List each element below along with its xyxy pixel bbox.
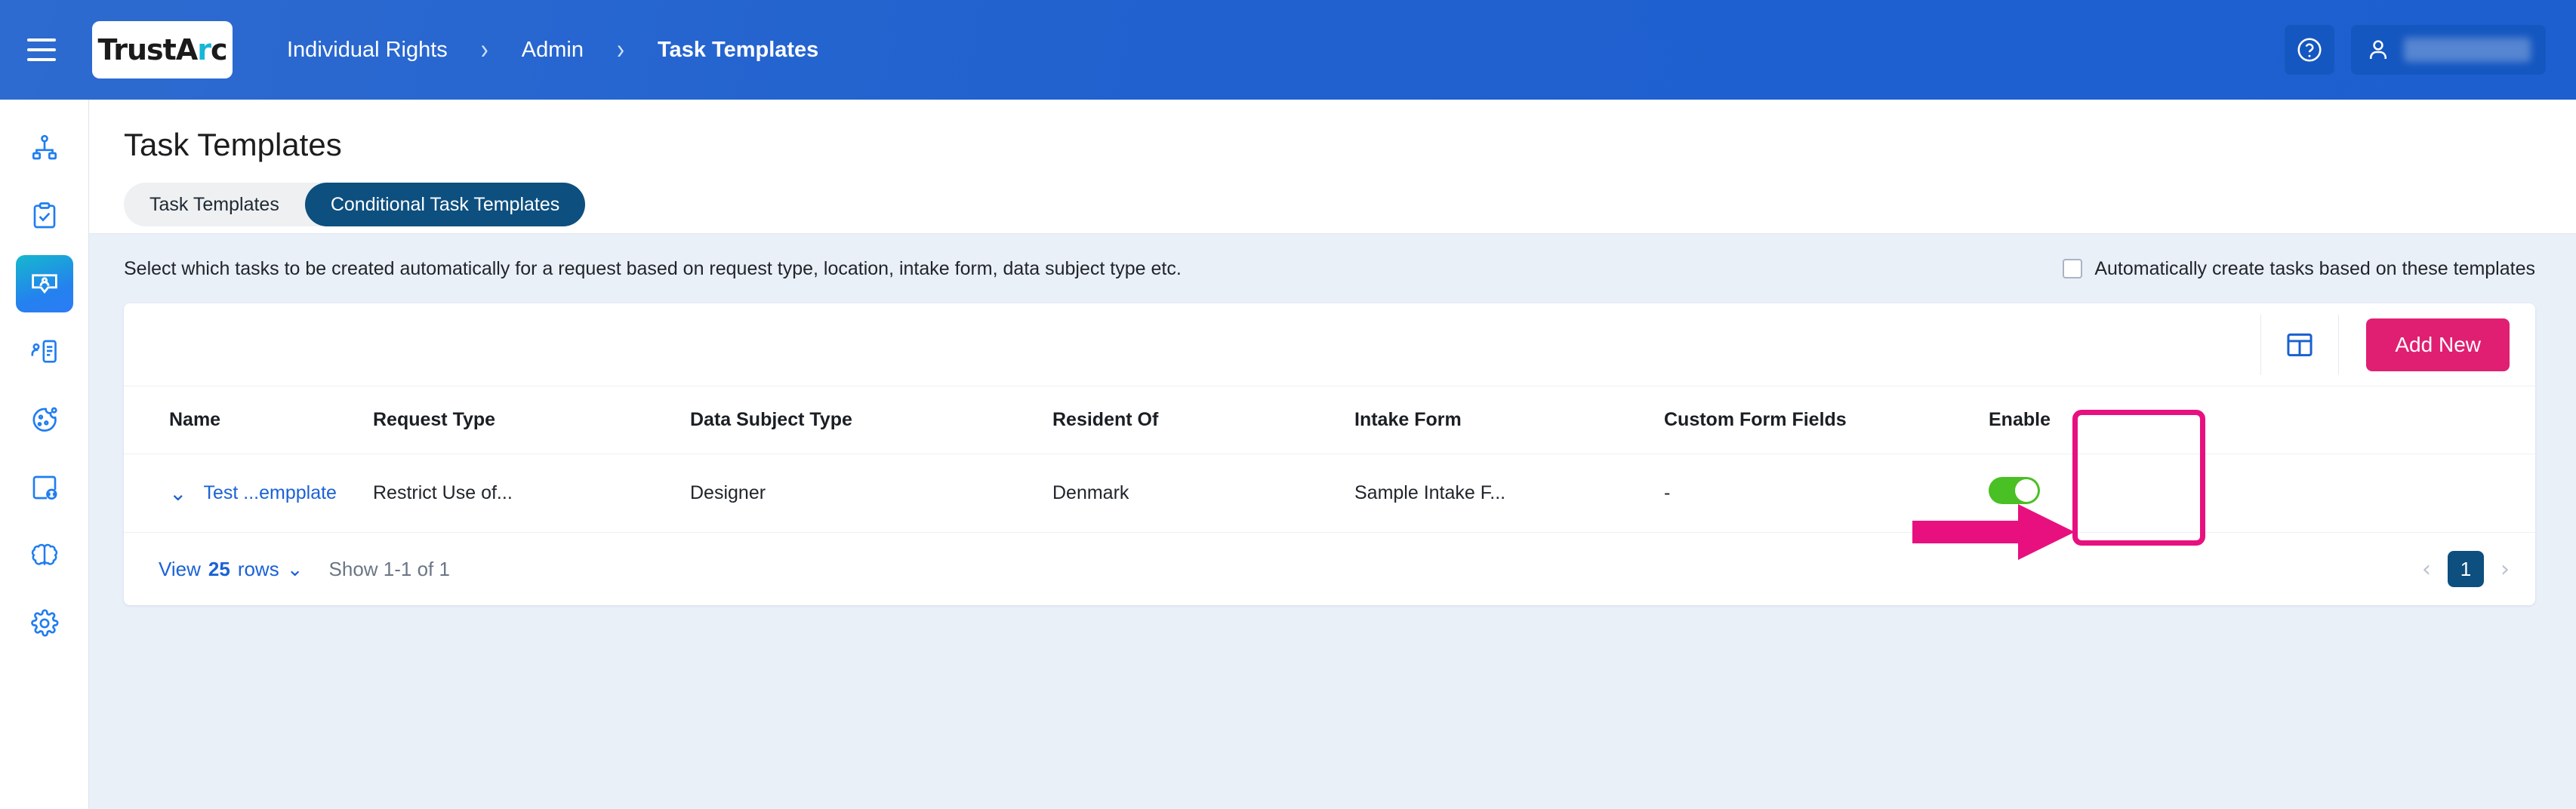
breadcrumb-item-task-templates[interactable]: Task Templates bbox=[658, 38, 818, 63]
column-header-resident-of[interactable]: Resident Of bbox=[1052, 386, 1354, 454]
clipboard-check-icon bbox=[33, 202, 55, 229]
chevron-right-icon: › bbox=[617, 33, 624, 65]
user-profile-menu[interactable] bbox=[2351, 25, 2546, 75]
website-scan-icon bbox=[32, 475, 57, 500]
left-sidebar bbox=[0, 100, 89, 809]
pagination: ‹ 1 › bbox=[2422, 551, 2510, 587]
brain-icon bbox=[31, 543, 57, 565]
sidebar-item-ai-governance[interactable] bbox=[16, 527, 73, 584]
column-header-enable[interactable]: Enable bbox=[1989, 386, 2132, 454]
column-settings-button[interactable] bbox=[2260, 314, 2340, 375]
cell-resident-of: Denmark bbox=[1052, 454, 1354, 533]
column-header-request-type[interactable]: Request Type bbox=[373, 386, 690, 454]
cell-intake-form: Sample Intake F... bbox=[1354, 454, 1664, 533]
toggle-knob bbox=[2015, 479, 2038, 502]
column-header-data-subject-type[interactable]: Data Subject Type bbox=[690, 386, 1052, 454]
column-header-intake-form[interactable]: Intake Form bbox=[1354, 386, 1664, 454]
cell-enable bbox=[1989, 454, 2132, 533]
org-chart-icon bbox=[32, 134, 57, 160]
chevron-down-icon[interactable]: ⌄ bbox=[287, 558, 304, 581]
conditional-task-templates-table: Name Request Type Data Subject Type Resi… bbox=[124, 386, 2535, 533]
tab-group: Task Templates Conditional Task Template… bbox=[124, 183, 586, 226]
chevron-right-icon: › bbox=[480, 33, 488, 65]
sidebar-item-settings[interactable] bbox=[16, 595, 73, 652]
hamburger-menu-icon[interactable] bbox=[27, 35, 62, 65]
question-circle-icon bbox=[2297, 38, 2322, 62]
rows-per-page-count: 25 bbox=[208, 557, 230, 580]
enable-toggle[interactable] bbox=[1989, 477, 2040, 504]
chevron-down-icon[interactable]: ⌄ bbox=[169, 482, 186, 504]
page-number-1[interactable]: 1 bbox=[2448, 551, 2484, 587]
breadcrumb-item-admin[interactable]: Admin bbox=[522, 38, 584, 63]
page-description-bar: Select which tasks to be created automat… bbox=[89, 234, 2576, 303]
column-header-actions bbox=[2132, 386, 2535, 454]
task-templates-card: Add New Name Request Type Data Subject T… bbox=[124, 303, 2535, 605]
breadcrumb: Individual Rights › Admin › Task Templat… bbox=[287, 33, 818, 65]
sidebar-item-consent-records[interactable] bbox=[16, 323, 73, 380]
column-header-name[interactable]: Name bbox=[124, 386, 373, 454]
app-screen: TrustArc Individual Rights › Admin › Tas… bbox=[0, 0, 2576, 809]
main-content: Task Templates Task Templates Conditiona… bbox=[89, 100, 2576, 809]
sidebar-item-cookie-consent[interactable] bbox=[16, 391, 73, 448]
previous-page-button[interactable]: ‹ bbox=[2422, 556, 2431, 583]
individual-rights-icon bbox=[31, 274, 57, 294]
showing-range-label: Show 1-1 of 1 bbox=[328, 557, 450, 580]
logo-text: TrustArc bbox=[97, 33, 227, 66]
next-page-button[interactable]: › bbox=[2501, 556, 2510, 583]
breadcrumb-item-individual-rights[interactable]: Individual Rights bbox=[287, 38, 448, 63]
cell-data-subject-type: Designer bbox=[690, 454, 1052, 533]
page-title: Task Templates bbox=[124, 127, 342, 162]
cell-actions bbox=[2132, 454, 2535, 533]
trustarc-logo[interactable]: TrustArc bbox=[92, 21, 233, 78]
auto-create-tasks-checkbox-row[interactable]: Automatically create tasks based on thes… bbox=[2063, 258, 2535, 280]
rows-per-page-prefix: View bbox=[159, 557, 201, 580]
rows-per-page-suffix: rows bbox=[237, 557, 279, 580]
tab-conditional-task-templates[interactable]: Conditional Task Templates bbox=[304, 183, 586, 226]
cell-custom-form-fields: - bbox=[1664, 454, 1989, 533]
gear-icon bbox=[30, 609, 58, 637]
sidebar-item-assessments[interactable] bbox=[16, 187, 73, 245]
table-row[interactable]: ⌄ Test ...empplate Restrict Use of... De… bbox=[124, 454, 2535, 533]
table-columns-icon bbox=[2287, 333, 2313, 356]
user-name-label bbox=[2404, 38, 2531, 62]
table-header: Name Request Type Data Subject Type Resi… bbox=[124, 386, 2535, 454]
page-description: Select which tasks to be created automat… bbox=[124, 257, 1182, 279]
tab-task-templates[interactable]: Task Templates bbox=[124, 183, 305, 226]
add-new-button[interactable]: Add New bbox=[2366, 318, 2510, 371]
table-toolbar: Add New bbox=[124, 303, 2535, 386]
cell-request-type: Restrict Use of... bbox=[373, 454, 690, 533]
cell-name: ⌄ Test ...empplate bbox=[124, 454, 373, 533]
user-icon bbox=[2369, 40, 2387, 59]
auto-create-tasks-checkbox[interactable] bbox=[2063, 259, 2083, 278]
cookie-icon bbox=[32, 407, 57, 432]
sidebar-item-individual-rights[interactable] bbox=[15, 255, 73, 312]
top-navigation-bar: TrustArc Individual Rights › Admin › Tas… bbox=[0, 0, 2576, 100]
sidebar-item-data-inventory[interactable] bbox=[16, 119, 73, 177]
page-header: Task Templates Task Templates Conditiona… bbox=[89, 100, 2576, 234]
table-body: ⌄ Test ...empplate Restrict Use of... De… bbox=[124, 454, 2535, 533]
topbar-actions bbox=[2285, 25, 2546, 75]
user-assessment-icon bbox=[31, 340, 57, 363]
help-button[interactable] bbox=[2285, 25, 2334, 75]
template-name-link[interactable]: Test ...empplate bbox=[203, 482, 336, 504]
table-header-row: Name Request Type Data Subject Type Resi… bbox=[124, 386, 2535, 454]
auto-create-tasks-label: Automatically create tasks based on thes… bbox=[2094, 257, 2535, 279]
rows-per-page-selector[interactable]: View 25 rows ⌄ bbox=[159, 558, 304, 581]
column-header-custom-form-fields[interactable]: Custom Form Fields bbox=[1664, 386, 1989, 454]
table-footer: View 25 rows ⌄ Show 1-1 of 1 ‹ 1 › bbox=[124, 533, 2535, 605]
sidebar-item-website-scanning[interactable] bbox=[16, 459, 73, 516]
